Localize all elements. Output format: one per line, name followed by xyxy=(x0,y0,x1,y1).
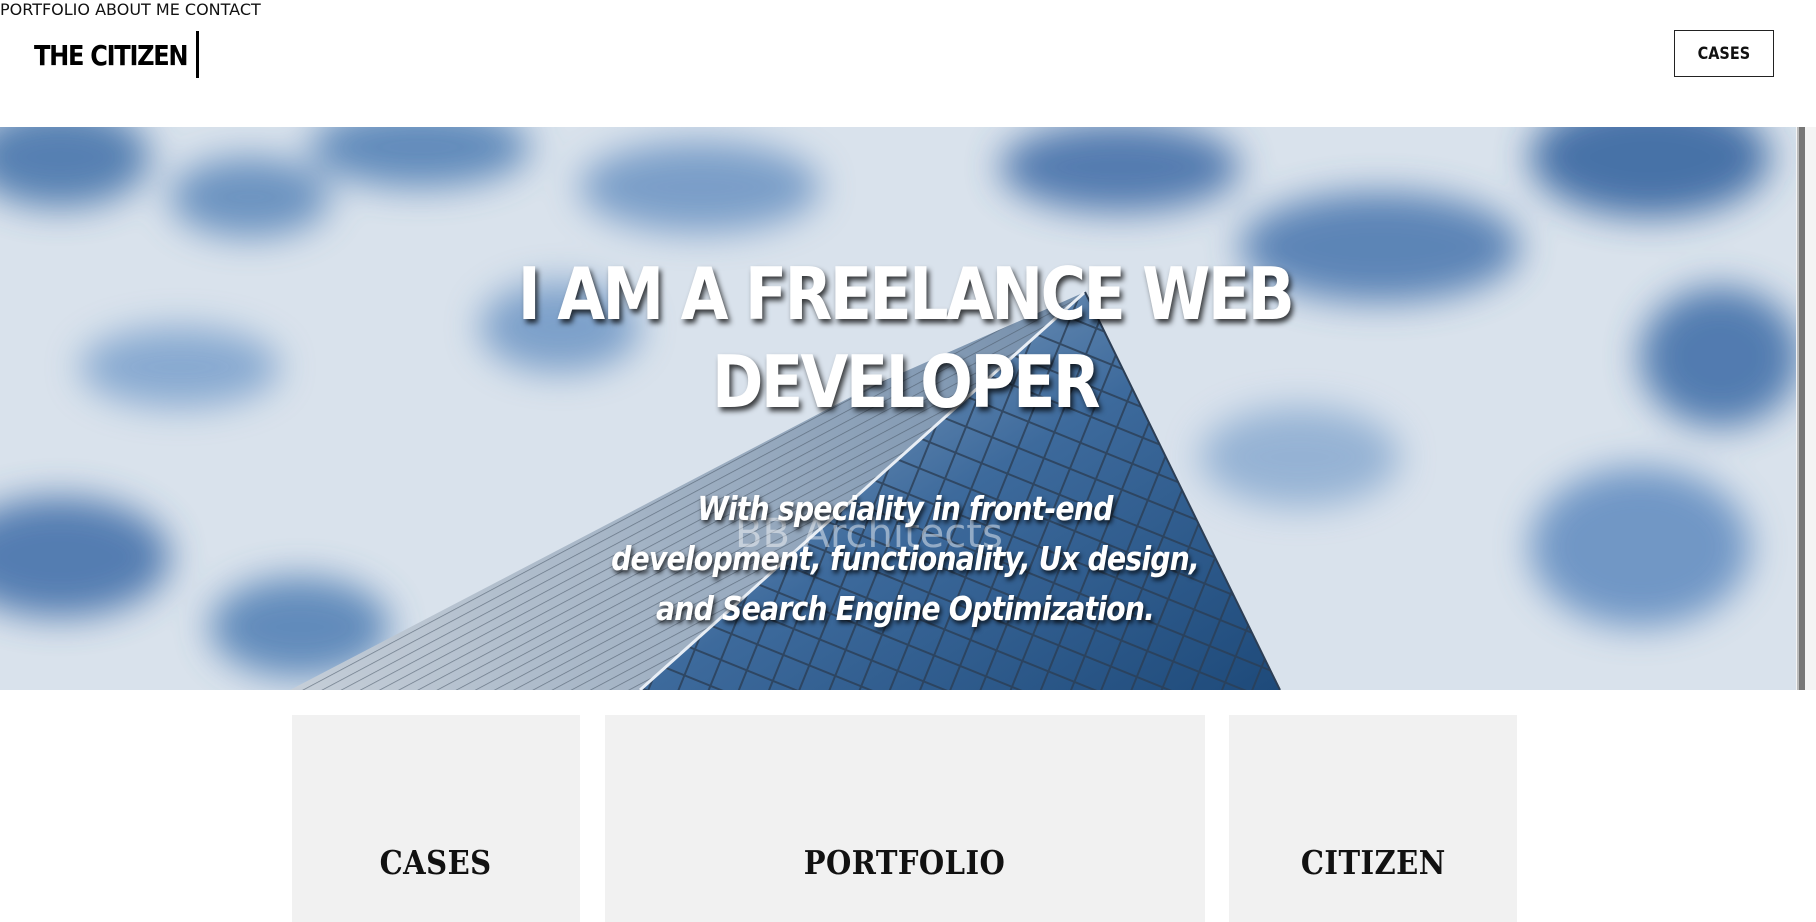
main-nav: PORTFOLIO ABOUT ME CONTACT xyxy=(0,0,1816,19)
brand-divider xyxy=(196,31,199,78)
brand-logo[interactable]: THE CITIZEN xyxy=(34,36,189,76)
cases-button[interactable]: CASES xyxy=(1674,30,1774,77)
hero-subtitle: With speciality in front-end development… xyxy=(611,489,1200,628)
hero-banner: BB Architects I AM A FREELANCE WEB DEVEL… xyxy=(0,127,1796,690)
scrollbar-thumb[interactable] xyxy=(1797,127,1805,690)
card-label-cases: CASES xyxy=(380,843,492,882)
card-portfolio[interactable]: PORTFOLIO xyxy=(605,715,1205,922)
card-label-portfolio: PORTFOLIO xyxy=(804,843,1006,882)
hero-title-line-1: I AM A FREELANCE WEB xyxy=(517,252,1295,336)
card-cases[interactable]: CASES xyxy=(292,715,580,922)
nav-link-contact[interactable]: CONTACT xyxy=(185,0,261,19)
hero-title: I AM A FREELANCE WEB DEVELOPER xyxy=(514,250,1297,426)
nav-link-portfolio[interactable]: PORTFOLIO xyxy=(0,0,90,19)
cases-button-label: CASES xyxy=(1697,43,1751,64)
card-label-citizen: CITIZEN xyxy=(1300,843,1446,882)
card-citizen[interactable]: CITIZEN xyxy=(1229,715,1517,922)
hero-title-line-2: DEVELOPER xyxy=(712,340,1101,424)
site-header: THE CITIZEN PORTFOLIO ABOUT ME CONTACT C… xyxy=(0,0,1816,127)
nav-link-about-me[interactable]: ABOUT ME xyxy=(95,0,180,19)
